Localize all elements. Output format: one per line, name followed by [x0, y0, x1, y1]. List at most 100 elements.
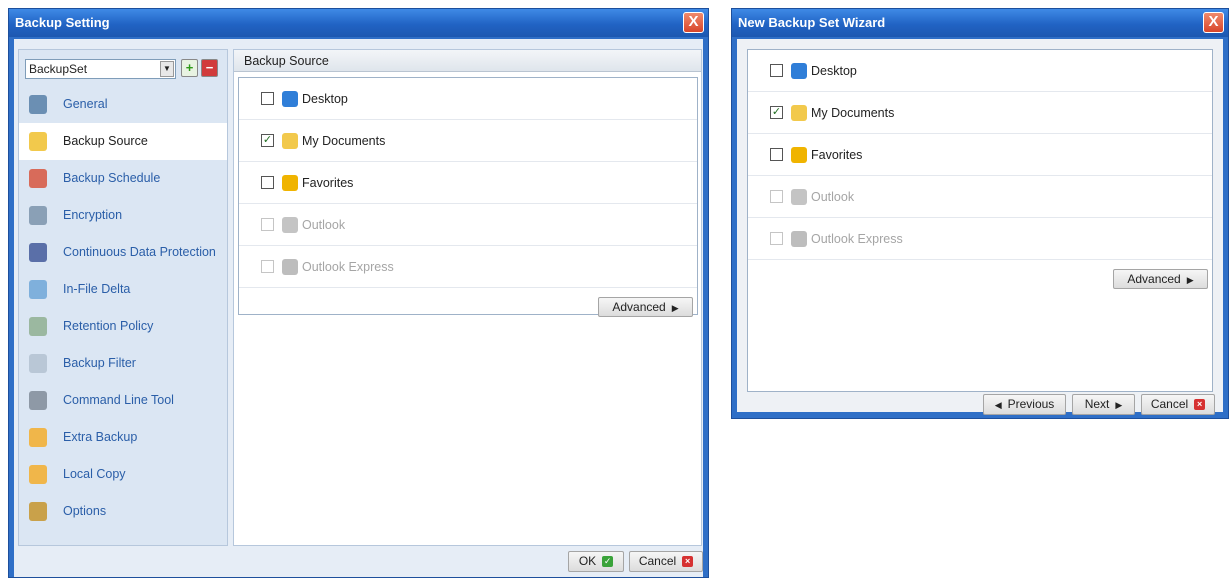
my-documents-icon: [791, 104, 807, 121]
sidebar-item-local-copy[interactable]: Local Copy: [19, 456, 227, 493]
sidebar-item-options[interactable]: Options: [19, 493, 227, 530]
advanced-button[interactable]: Advanced ▶: [598, 297, 693, 317]
advanced-button-label: Advanced: [612, 300, 666, 314]
source-label: Desktop: [302, 92, 348, 106]
sidebar-item-continuous-data-protection[interactable]: Continuous Data Protection: [19, 234, 227, 271]
chevron-down-icon[interactable]: ▼: [160, 61, 174, 77]
source-row-outlook: Outlook: [748, 176, 1212, 218]
sidebar-item-label: Local Copy: [63, 467, 126, 481]
source-checkbox: [261, 218, 274, 232]
source-label: Favorites: [302, 176, 354, 190]
source-checkbox: [261, 260, 274, 274]
sidebar-item-label: General: [63, 97, 108, 111]
star-icon: [282, 174, 298, 191]
next-button[interactable]: Next ▶: [1072, 394, 1135, 415]
source-row-favorites: Favorites: [748, 134, 1212, 176]
source-checkbox[interactable]: [770, 148, 783, 162]
close-icon: ×: [1194, 399, 1206, 411]
close-icon: ×: [682, 556, 694, 568]
sidebar-item-label: In-File Delta: [63, 282, 131, 296]
sidebar-item-in-file-delta[interactable]: In-File Delta: [19, 271, 227, 308]
source-checkbox[interactable]: ✓: [770, 106, 783, 120]
source-label: My Documents: [302, 134, 386, 148]
recycle-bin-icon: [29, 317, 47, 336]
chevron-right-icon: ▶: [671, 303, 679, 313]
source-label: Outlook Express: [811, 232, 903, 246]
backupset-select[interactable]: BackupSet ▼: [25, 59, 176, 79]
lock-icon: [29, 206, 47, 225]
sidebar-item-label: Command Line Tool: [63, 393, 174, 407]
extra-backup-icon: [29, 428, 47, 447]
source-checkbox: [770, 190, 783, 204]
sidebar-item-label: Extra Backup: [63, 430, 138, 444]
source-checkbox[interactable]: [261, 176, 274, 190]
sidebar-item-command-line-tool[interactable]: Command Line Tool: [19, 382, 227, 419]
pane-title: Backup Source: [234, 50, 701, 72]
sidebar-item-label: Backup Source: [63, 134, 148, 148]
outlook-express-icon: [791, 230, 807, 247]
add-backupset-button[interactable]: +: [181, 59, 198, 77]
source-row-my-documents: ✓ My Documents: [748, 92, 1212, 134]
wizard-source-list: Desktop ✓ My Documents Favorites Outlook Outl…: [747, 49, 1213, 392]
backup-setting-window: Backup Setting X BackupSet ▼ + − General…: [8, 8, 709, 578]
sidebar-item-retention-policy[interactable]: Retention Policy: [19, 308, 227, 345]
source-row-outlook-express: Outlook Express: [748, 218, 1212, 260]
options-icon: [29, 502, 47, 521]
outlook-express-icon: [282, 258, 298, 275]
previous-button[interactable]: ◀ Previous: [983, 394, 1066, 415]
wizard-body: Desktop ✓ My Documents Favorites Outlook Outl…: [737, 39, 1223, 415]
sidebar-item-backup-source[interactable]: Backup Source: [19, 123, 227, 160]
desktop-icon: [791, 62, 807, 79]
sidebar-item-label: Options: [63, 504, 107, 518]
wizard-cancel-button[interactable]: Cancel ×: [1141, 394, 1215, 415]
chevron-right-icon: ▶: [1186, 275, 1194, 285]
outlook-icon: [282, 216, 298, 233]
advanced-button[interactable]: Advanced ▶: [1113, 269, 1208, 289]
source-label: Outlook: [302, 218, 346, 232]
sidebar-item-label: Retention Policy: [63, 319, 154, 333]
remove-backupset-button[interactable]: −: [201, 59, 218, 77]
sidebar-item-backup-filter[interactable]: Backup Filter: [19, 345, 227, 382]
source-row-desktop: Desktop: [239, 78, 697, 120]
my-documents-icon: [282, 132, 298, 149]
backup-source-pane: Backup Source Desktop ✓ My Documents Favori…: [233, 49, 702, 546]
outlook-icon: [791, 188, 807, 205]
backupset-select-value: BackupSet: [29, 62, 88, 76]
source-checkbox[interactable]: [261, 92, 274, 106]
general-icon: [29, 95, 47, 114]
schedule-icon: [29, 169, 47, 188]
cancel-button[interactable]: Cancel ×: [629, 551, 703, 572]
ok-button[interactable]: OK ✓: [568, 551, 624, 572]
sidebar-item-extra-backup[interactable]: Extra Backup: [19, 419, 227, 456]
backup-setting-close-button[interactable]: X: [683, 12, 704, 33]
wizard-title: New Backup Set Wizard: [732, 9, 1228, 37]
cancel-button-label: Cancel: [638, 554, 677, 568]
source-label: Desktop: [811, 64, 857, 78]
sidebar-item-label: Backup Filter: [63, 356, 136, 370]
new-backup-set-wizard-window: New Backup Set Wizard X Desktop ✓ My Docum…: [731, 8, 1229, 419]
local-copy-icon: [29, 465, 47, 484]
source-label: Outlook: [811, 190, 855, 204]
settings-nav: General Backup Source Backup Schedule Encry…: [19, 86, 227, 530]
sidebar-item-general[interactable]: General: [19, 86, 227, 123]
source-checkbox[interactable]: [770, 64, 783, 78]
previous-button-label: Previous: [1007, 397, 1055, 411]
source-row-outlook: Outlook: [239, 204, 697, 246]
sidebar-item-label: Backup Schedule: [63, 171, 161, 185]
chevron-right-icon: ▶: [1115, 400, 1123, 410]
wizard-close-button[interactable]: X: [1203, 12, 1224, 33]
advanced-button-label: Advanced: [1127, 272, 1181, 286]
source-label: My Documents: [811, 106, 895, 120]
source-list: Desktop ✓ My Documents Favorites Outlook Outl…: [238, 77, 698, 317]
sidebar-item-encryption[interactable]: Encryption: [19, 197, 227, 234]
desktop-icon: [282, 90, 298, 107]
sidebar-item-label: Continuous Data Protection: [63, 245, 216, 259]
folder-icon: [29, 132, 47, 151]
filter-icon: [29, 354, 47, 373]
source-row-outlook-express: Outlook Express: [239, 246, 697, 288]
star-icon: [791, 146, 807, 163]
source-checkbox[interactable]: ✓: [261, 134, 274, 148]
source-label: Favorites: [811, 148, 863, 162]
sidebar-item-backup-schedule[interactable]: Backup Schedule: [19, 160, 227, 197]
document-icon: [29, 280, 47, 299]
